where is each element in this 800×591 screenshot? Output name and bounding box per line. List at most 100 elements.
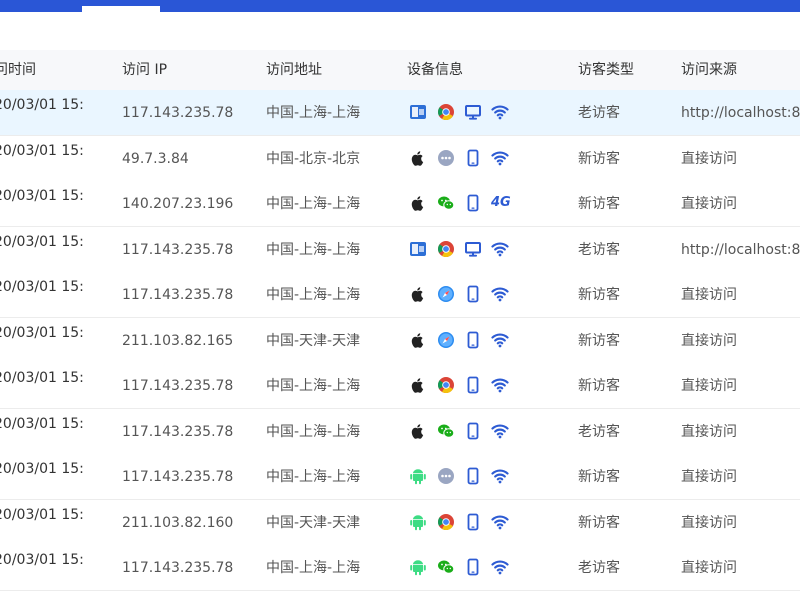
wifi-icon bbox=[491, 103, 509, 121]
visit-ip: 117.143.235.78 bbox=[122, 287, 234, 303]
visit-address: 中国-上海-上海 bbox=[266, 378, 361, 394]
android-icon bbox=[409, 558, 427, 576]
table-row[interactable]: 20/03/01 15: 117.143.235.78 中国-上海-上海 老访客 htt… bbox=[0, 226, 800, 273]
visit-time: 20/03/01 15: bbox=[0, 188, 84, 204]
col-header-address: 访问地址 bbox=[266, 62, 322, 78]
visit-address: 中国-上海-上海 bbox=[266, 423, 361, 440]
top-nav-bar bbox=[0, 0, 800, 12]
visit-source: 直接访问 bbox=[681, 378, 737, 394]
visit-time: 20/03/01 15: bbox=[0, 142, 84, 159]
table-header: 问时间 访问 IP 访问地址 设备信息 访客类型 访问来源 bbox=[0, 50, 800, 91]
toolbar-spacer bbox=[0, 12, 800, 50]
visit-time: 20/03/01 15: bbox=[0, 415, 84, 432]
unknown-browser-icon bbox=[437, 149, 455, 167]
wifi-icon bbox=[491, 285, 509, 303]
visit-address: 中国-天津-天津 bbox=[266, 514, 361, 531]
visit-address: 中国-上海-上海 bbox=[266, 105, 361, 121]
mobile-icon bbox=[464, 422, 482, 440]
visit-time: 20/03/01 15: bbox=[0, 279, 84, 295]
apple-icon bbox=[409, 149, 427, 167]
mobile-icon bbox=[464, 513, 482, 531]
table-row[interactable]: 20/03/01 15: 211.103.82.165 中国-天津-天津 新访客 直接访… bbox=[0, 317, 800, 364]
visitor-type: 老访客 bbox=[578, 560, 620, 576]
visit-address: 中国-天津-天津 bbox=[266, 332, 361, 349]
chrome-icon bbox=[437, 513, 455, 531]
visitor-type: 新访客 bbox=[578, 150, 620, 167]
apple-icon bbox=[409, 194, 427, 212]
visit-address: 中国-北京-北京 bbox=[266, 150, 361, 167]
visit-time: 20/03/01 15: bbox=[0, 97, 84, 113]
visit-source: http://localhost:80 bbox=[681, 241, 800, 258]
mobile-icon bbox=[464, 467, 482, 485]
visit-source: 直接访问 bbox=[681, 287, 737, 303]
wechat-icon bbox=[437, 422, 455, 440]
android-icon bbox=[409, 513, 427, 531]
visit-time: 20/03/01 15: bbox=[0, 370, 84, 386]
visit-source: 直接访问 bbox=[681, 196, 737, 212]
mobile-icon bbox=[464, 331, 482, 349]
visit-source: 直接访问 bbox=[681, 423, 737, 440]
network-4g-label: 4G bbox=[491, 195, 511, 210]
col-header-time: 问时间 bbox=[0, 62, 36, 78]
android-icon bbox=[409, 467, 427, 485]
visit-ip: 49.7.3.84 bbox=[122, 150, 189, 167]
wifi-icon bbox=[491, 467, 509, 485]
table-row[interactable]: 20/03/01 15: 117.143.235.78 中国-上海-上海 新访客 直接访… bbox=[0, 363, 800, 409]
table-row[interactable]: 20/03/01 15: 211.103.82.160 中国-天津-天津 新访客 直接访… bbox=[0, 499, 800, 546]
visit-address: 中国-上海-上海 bbox=[266, 287, 361, 303]
wifi-icon bbox=[491, 376, 509, 394]
table-row[interactable]: 20/03/01 15: 117.143.235.78 中国-上海-上海 老访客 直接访… bbox=[0, 408, 800, 455]
mobile-icon bbox=[464, 149, 482, 167]
visit-time: 20/03/01 15: bbox=[0, 324, 84, 341]
visit-address: 中国-上海-上海 bbox=[266, 196, 361, 212]
visit-time: 20/03/01 15: bbox=[0, 506, 84, 523]
visit-ip: 117.143.235.78 bbox=[122, 378, 234, 394]
table-row[interactable]: 20/03/01 15: 117.143.235.78 中国-上海-上海 老访客 htt… bbox=[0, 90, 800, 136]
table-row[interactable]: 20/03/01 15: 117.143.235.78 中国-上海-上海 老访客 直接访… bbox=[0, 545, 800, 591]
visit-ip: 117.143.235.78 bbox=[122, 241, 234, 258]
visit-source: 直接访问 bbox=[681, 150, 737, 167]
wifi-icon bbox=[491, 331, 509, 349]
visitor-type: 新访客 bbox=[578, 287, 620, 303]
table-row[interactable]: 20/03/01 15: 140.207.23.196 中国-上海-上海 4G 新访客 直… bbox=[0, 181, 800, 227]
col-header-visitor-type: 访客类型 bbox=[578, 62, 634, 78]
visit-time: 20/03/01 15: bbox=[0, 461, 84, 477]
visit-time: 20/03/01 15: bbox=[0, 233, 84, 250]
chrome-icon bbox=[437, 376, 455, 394]
wifi-icon bbox=[491, 422, 509, 440]
desktop-icon bbox=[464, 240, 482, 258]
mobile-icon bbox=[464, 558, 482, 576]
windows-icon bbox=[409, 103, 427, 121]
visit-ip: 211.103.82.160 bbox=[122, 514, 234, 531]
wifi-icon bbox=[491, 513, 509, 531]
visit-source: 直接访问 bbox=[681, 514, 737, 531]
chrome-icon bbox=[437, 240, 455, 258]
visit-ip: 211.103.82.165 bbox=[122, 332, 234, 349]
visitor-type: 新访客 bbox=[578, 469, 620, 485]
wifi-icon bbox=[491, 240, 509, 258]
apple-icon bbox=[409, 331, 427, 349]
safari-icon bbox=[437, 285, 455, 303]
visit-ip: 140.207.23.196 bbox=[122, 196, 234, 212]
visit-source: 直接访问 bbox=[681, 560, 737, 576]
table-row[interactable]: 20/03/01 15: 117.143.235.78 中国-上海-上海 新访客 直接访… bbox=[0, 272, 800, 318]
visit-ip: 117.143.235.78 bbox=[122, 560, 234, 576]
visit-source: 直接访问 bbox=[681, 332, 737, 349]
table-row[interactable]: 20/03/01 15: 117.143.235.78 中国-上海-上海 新访客 直接访… bbox=[0, 454, 800, 500]
desktop-icon bbox=[464, 103, 482, 121]
visitor-type: 新访客 bbox=[578, 378, 620, 394]
col-header-ip: 访问 IP bbox=[122, 62, 168, 78]
mobile-icon bbox=[464, 285, 482, 303]
visitor-type: 新访客 bbox=[578, 196, 620, 212]
table-row[interactable]: 20/03/01 15: 49.7.3.84 中国-北京-北京 新访客 直接访问 bbox=[0, 135, 800, 182]
visitor-type: 新访客 bbox=[578, 514, 620, 531]
visit-source: http://localhost:80 bbox=[681, 105, 800, 121]
wifi-icon bbox=[491, 149, 509, 167]
windows-icon bbox=[409, 240, 427, 258]
mobile-icon bbox=[464, 194, 482, 212]
mobile-icon bbox=[464, 376, 482, 394]
visit-ip: 117.143.235.78 bbox=[122, 469, 234, 485]
col-header-source: 访问来源 bbox=[681, 62, 737, 78]
apple-icon bbox=[409, 422, 427, 440]
visitor-type: 老访客 bbox=[578, 105, 620, 121]
